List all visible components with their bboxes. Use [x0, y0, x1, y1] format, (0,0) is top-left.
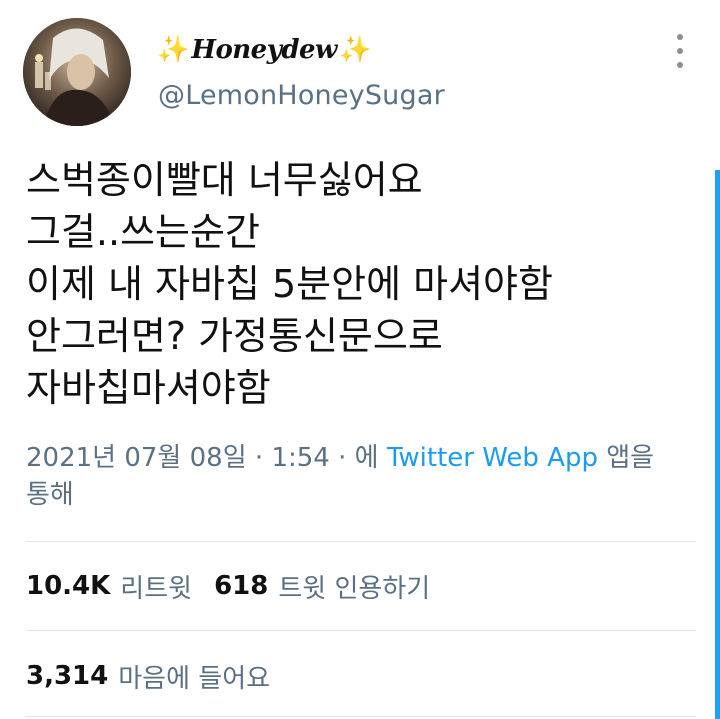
tweet-line: 자바칩마셔야함: [26, 366, 271, 410]
username[interactable]: @LemonHoneySugar: [158, 80, 445, 111]
more-options-button[interactable]: [668, 34, 692, 68]
meta-separator: ·: [329, 443, 355, 473]
retweets-count: 10.4K: [26, 571, 111, 601]
retweets-stat[interactable]: 10.4K 리트윗: [26, 568, 192, 605]
tweet-line: 안그러면? 가정통신문으로: [26, 314, 443, 358]
divider: [26, 630, 696, 631]
sparkle-icon: ✨: [338, 35, 372, 65]
likes-stat[interactable]: 3,314 마음에 들어요: [26, 658, 270, 695]
stats-row-likes: 3,314 마음에 들어요: [26, 656, 270, 696]
avatar[interactable]: [23, 18, 131, 126]
source-app-link[interactable]: Twitter Web App: [387, 443, 598, 473]
display-name-row[interactable]: ✨ Honeydew ✨: [157, 30, 371, 70]
meta-separator: ·: [246, 443, 272, 473]
tweet-text: 스벅종이빨대 너무싫어요 그걸..쓰는순간 이제 내 자바칩 5분안에 마셔야함…: [26, 154, 696, 414]
stats-row-shares: 10.4K 리트윗 618 트윗 인용하기: [26, 566, 430, 606]
scrollbar[interactable]: [715, 170, 720, 719]
tweet-meta: 2021년 07월 08일 · 1:54 · 에 Twitter Web App…: [26, 440, 698, 514]
tweet-line: 그걸..쓰는순간: [26, 210, 260, 254]
quotes-count: 618: [214, 571, 269, 601]
meta-suffix: 앱을: [597, 443, 655, 473]
quotes-label: 트윗 인용하기: [278, 573, 431, 604]
quote-tweets-stat[interactable]: 618 트윗 인용하기: [214, 568, 430, 605]
likes-count: 3,314: [26, 661, 109, 691]
divider: [26, 716, 696, 717]
more-vertical-icon: [677, 34, 683, 40]
tweet-header: ✨ Honeydew ✨ @LemonHoneySugar: [0, 0, 720, 140]
divider: [26, 541, 696, 542]
meta-prefix: 에: [354, 443, 387, 473]
retweets-label: 리트윗: [120, 573, 193, 604]
avatar-image: [23, 18, 131, 126]
tweet-time[interactable]: 1:54: [271, 443, 329, 473]
tweet-date[interactable]: 2021년 07월 08일: [26, 443, 247, 473]
meta-suffix-2: 통해: [26, 480, 74, 510]
sparkle-icon: ✨: [157, 35, 190, 65]
tweet-line: 스벅종이빨대 너무싫어요: [26, 158, 423, 202]
display-name[interactable]: Honeydew: [191, 35, 337, 65]
likes-label: 마음에 들어요: [118, 663, 271, 694]
tweet-line: 이제 내 자바칩 5분안에 마셔야함: [26, 262, 553, 306]
